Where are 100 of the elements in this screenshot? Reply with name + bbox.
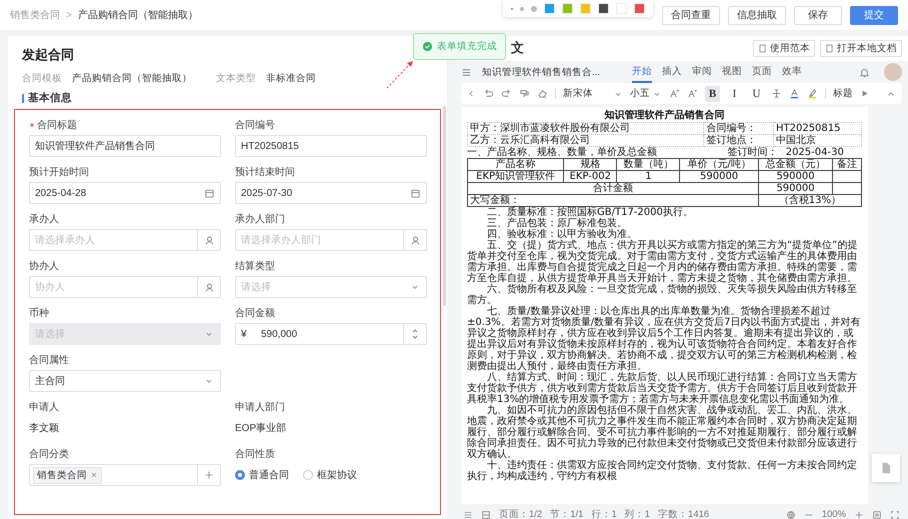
- table-cell: （含税13%）: [758, 194, 862, 206]
- zoom-level: 100%: [822, 509, 846, 519]
- field-label: 承办人: [29, 212, 59, 226]
- color-swatch[interactable]: [544, 3, 555, 14]
- ribbon-tab[interactable]: 审阅: [692, 62, 712, 82]
- field-label: 协办人: [29, 260, 59, 272]
- meta-value: 产品购销合同（智能抽取）: [72, 72, 192, 85]
- tag-field[interactable]: 销售类合同: [29, 464, 221, 486]
- amount-field[interactable]: ¥ 590,000: [235, 323, 427, 345]
- status-text: 节：1/1: [550, 508, 584, 519]
- calendar-icon: [204, 188, 214, 198]
- field-value: 李文颖: [29, 422, 60, 436]
- table-cell: 中国北京: [773, 134, 862, 146]
- action-button[interactable]: 信息抽取: [728, 6, 786, 24]
- table-header: 数量（吨）: [616, 158, 680, 170]
- meta-label: 文本类型: [216, 72, 256, 85]
- user-icon: [410, 234, 420, 246]
- field-label: 合同性质: [235, 448, 275, 460]
- grow-font-icon[interactable]: [669, 88, 680, 99]
- font-color-icon[interactable]: [789, 88, 800, 99]
- annotation-arrow: [385, 58, 415, 90]
- action-button[interactable]: 提交: [850, 6, 898, 24]
- undo-icon[interactable]: [483, 88, 494, 99]
- ribbon-tab[interactable]: 视图: [722, 62, 742, 82]
- text-field[interactable]: 知识管理软件产品销售合同: [29, 135, 221, 157]
- color-swatch[interactable]: [562, 3, 573, 14]
- tool-button[interactable]: 使用范本: [753, 40, 815, 56]
- menu-icon[interactable]: [461, 66, 472, 78]
- layout-icon[interactable]: [481, 510, 491, 519]
- field-label: 结算类型: [235, 260, 275, 272]
- radio-label: 普通合同: [249, 468, 289, 482]
- tool-button[interactable]: 打开本地文档: [820, 40, 902, 56]
- ribbon-tab[interactable]: 页面: [752, 62, 772, 82]
- document-title: 知识管理软件销售销售合...: [482, 66, 600, 78]
- document-paragraph: 八、结算方式、时间：现汇，先款后货。以人民币现汇进行结算：合同订立当天需方支付货款予供方，供方收到需方货款后当天交货予需方。供方于合同签订后且收到货款开具税率13%的增值税专用发票予需方；若需方与未来开票信息变化需以书面通知为准。: [467, 372, 858, 405]
- status-text: 列：1: [624, 508, 650, 519]
- document-paragraph: 五、交（提）货方式、地点：供方开具以买方或需方指定的第三方为“提货单位”的提货单并交付至仓库，视为交货完成。对于需由需方支付，交货方式运输产生的具体费用由需方承担。出库费与自合提货完成之日起一个月内的储存费由需方承担。特殊的需要，需方至仓库自提，从供方提货单开具当天开始计，需方未提之货物，其仓储费由需方承担。: [467, 240, 858, 284]
- highlighter-icon[interactable]: [807, 88, 818, 99]
- shrink-font-icon[interactable]: [687, 88, 698, 99]
- color-swatch[interactable]: [598, 3, 609, 14]
- date-field[interactable]: 2025-04-28: [29, 182, 221, 204]
- breadcrumb-separator: >: [66, 10, 72, 20]
- table-header: 规格: [564, 158, 617, 170]
- plus-icon[interactable]: [854, 510, 864, 519]
- file-button[interactable]: [872, 454, 900, 482]
- stepper-arrows-icon: [410, 328, 420, 340]
- close-icon: [90, 471, 98, 479]
- field-label: 承办人部门: [235, 212, 285, 226]
- document-text: 一、产品名称、规格、数量，单价及总金额: [467, 147, 657, 158]
- required-icon: [29, 120, 35, 128]
- redo-icon[interactable]: [501, 88, 512, 99]
- action-button[interactable]: 合同查重: [662, 6, 720, 24]
- format-painter-icon[interactable]: [519, 88, 530, 99]
- date-field[interactable]: 2025-07-30: [235, 182, 427, 204]
- table-cell: 甲方：深圳市蓝凌软件股份有限公司: [468, 122, 704, 134]
- status-text: 行：1: [591, 508, 617, 519]
- color-swatch[interactable]: [580, 3, 591, 14]
- user-icon: [204, 234, 214, 246]
- radio-button[interactable]: [235, 470, 245, 480]
- plus-icon: [204, 470, 214, 480]
- radio-label: 框架协议: [317, 468, 357, 482]
- format-button[interactable]: B: [705, 86, 720, 102]
- play-icon[interactable]: [860, 89, 869, 98]
- ribbon-tab[interactable]: 插入: [662, 62, 682, 82]
- action-button[interactable]: 保存: [794, 6, 842, 24]
- document-text: 2025-04-30: [786, 147, 844, 158]
- meta-value: 非标准合同: [266, 72, 316, 85]
- pen-size-icon[interactable]: [520, 6, 524, 10]
- style-dropdown[interactable]: 标题: [833, 87, 853, 100]
- panel-title: 文: [511, 39, 524, 57]
- outline-icon[interactable]: [463, 510, 473, 519]
- text-field[interactable]: HT20250815: [235, 135, 427, 157]
- document-text: 签订时间：: [728, 147, 778, 158]
- color-swatch[interactable]: [634, 3, 645, 14]
- fit-width-icon[interactable]: [872, 510, 882, 519]
- strikethrough-icon[interactable]: [771, 88, 782, 99]
- size-dropdown[interactable]: 小五: [630, 87, 662, 100]
- table-cell: EKP-002: [564, 170, 617, 182]
- font-dropdown[interactable]: 新宋体: [563, 87, 623, 100]
- document-paragraph: 六、货物所有权及风险：一旦交货完成，货物的损毁、灭失等损失风险由供方转移至需方。: [467, 284, 858, 306]
- table-cell: 签订地点：: [704, 134, 774, 146]
- radio-button[interactable]: [303, 470, 313, 480]
- fullscreen-icon[interactable]: [890, 510, 900, 519]
- table-cell: 合同编号：: [704, 122, 774, 134]
- table-cell: 合计金额: [468, 182, 758, 194]
- eraser-icon[interactable]: [537, 88, 548, 99]
- ribbon-tab[interactable]: 效率: [782, 62, 802, 82]
- select-field[interactable]: 主合同: [29, 370, 221, 392]
- page-title: 发起合同: [22, 46, 74, 64]
- table-header: 单价（元/吨）: [680, 158, 758, 170]
- meta-label: 合同模板: [22, 72, 62, 85]
- pen-size-icon[interactable]: [531, 6, 537, 12]
- calendar-icon: [410, 188, 420, 198]
- format-button[interactable]: U: [749, 86, 764, 102]
- bell-icon[interactable]: [859, 66, 870, 78]
- section-title: 基本信息: [28, 91, 72, 105]
- table-header: 总金额（元）: [758, 158, 833, 170]
- format-button[interactable]: I: [727, 86, 742, 102]
- document-icon: [825, 44, 834, 52]
- globe-icon[interactable]: [786, 510, 796, 519]
